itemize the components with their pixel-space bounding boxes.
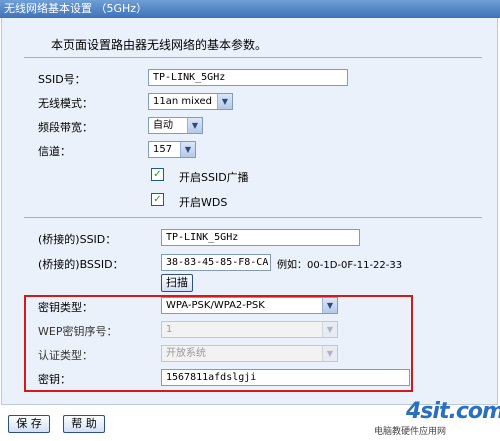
divider-middle [24,217,482,218]
bridge-bssid-input[interactable]: 38-83-45-85-F8-CA [161,254,271,271]
bandwidth-select[interactable]: 自动 ▼ [148,117,203,134]
checkmark-icon: ✓ [153,194,162,205]
chevron-down-icon[interactable]: ▼ [217,94,232,109]
bridge-ssid-label: (桥接的)SSID： [38,233,117,246]
window-title: 无线网络基本设置 （5GHz） [0,0,500,18]
watermark-logo: 4sit.com [406,399,500,424]
ssid-input[interactable]: TP-LINK_5GHz [148,69,348,86]
bssid-example-text: 例如：00-1D-0F-11-22-33 [277,260,403,271]
save-button[interactable]: 保 存 [8,415,50,433]
channel-select-value: 157 [153,144,173,155]
watermark-subtitle: 电脑教硬件应用网 [374,427,447,437]
divider-top [24,57,482,58]
mode-select-value: 11an mixed [153,96,212,107]
ssid-broadcast-checkbox[interactable]: ✓ [151,168,164,181]
mode-select[interactable]: 11an mixed ▼ [148,93,233,110]
channel-select[interactable]: 157 ▼ [148,141,196,158]
ssid-label: SSID号： [38,73,86,86]
scan-button[interactable]: 扫描 [161,274,193,292]
chevron-down-icon[interactable]: ▼ [180,142,195,157]
ssid-broadcast-label: 开启SSID广播 [179,171,249,184]
bandwidth-select-value: 自动 [153,120,173,131]
mode-label: 无线模式： [38,97,93,110]
page-description: 本页面设置路由器无线网络的基本参数。 [51,38,268,52]
help-button[interactable]: 帮 助 [63,415,105,433]
bridge-ssid-input[interactable]: TP-LINK_5GHz [161,229,360,246]
security-highlight-box [24,295,413,392]
wds-label: 开启WDS [179,196,228,209]
channel-label: 信道： [38,145,71,158]
wds-checkbox[interactable]: ✓ [151,193,164,206]
bridge-bssid-label: (桥接的)BSSID： [38,258,124,271]
checkmark-icon: ✓ [153,169,162,180]
bandwidth-label: 频段带宽： [38,121,93,134]
chevron-down-icon[interactable]: ▼ [187,118,202,133]
